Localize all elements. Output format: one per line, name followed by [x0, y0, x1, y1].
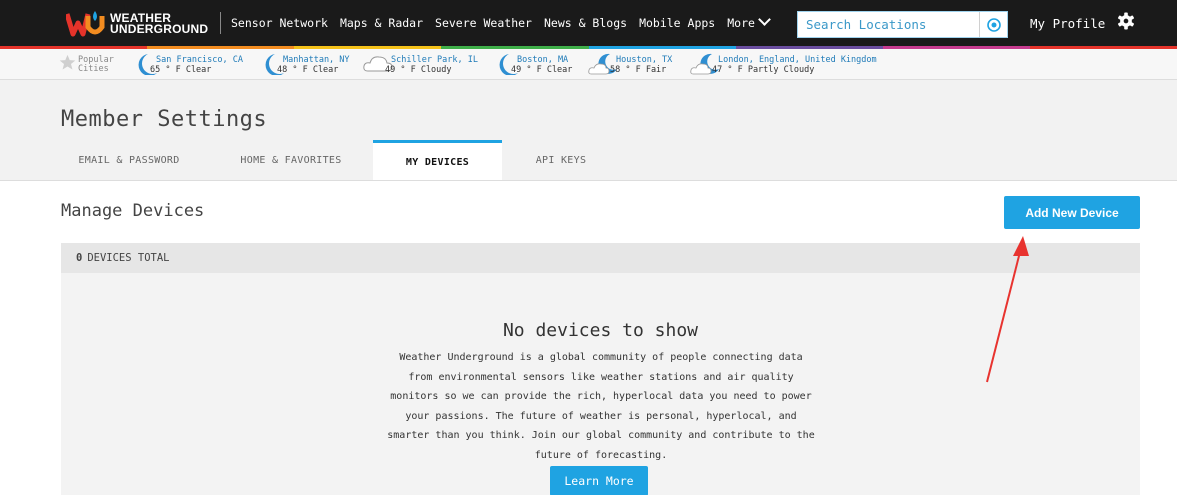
annotation-arrow-icon	[986, 236, 1029, 383]
nav-menu: Sensor Network Maps & Radar Severe Weath…	[231, 0, 781, 46]
tab-api-keys[interactable]: API KEYS	[512, 140, 610, 180]
tab-my-devices[interactable]: MY DEVICES	[373, 140, 502, 181]
locate-icon[interactable]	[980, 12, 1007, 37]
devices-count: 0	[76, 252, 83, 264]
city-item-boston[interactable]: Boston, MA 49 ° F Clear	[489, 53, 589, 77]
nav-severe-weather[interactable]: Severe Weather	[435, 16, 532, 30]
add-new-device-button[interactable]: Add New Device	[1004, 196, 1140, 229]
learn-more-button[interactable]: Learn More	[550, 466, 648, 495]
top-nav: WEATHER UNDERGROUND Sensor Network Maps …	[0, 0, 1177, 46]
popular-cities-bar: Popular Cities San Francisco, CA 65 ° F …	[0, 49, 1177, 80]
chevron-down-icon	[758, 13, 771, 26]
nav-more-label: More	[727, 16, 755, 30]
tab-email-password[interactable]: EMAIL & PASSWORD	[61, 140, 197, 180]
city-item-london[interactable]: London, England, United Kingdom 47 ° F P…	[690, 53, 890, 77]
empty-state-description: Weather Underground is a global communit…	[387, 352, 815, 461]
nav-more[interactable]: More	[727, 13, 771, 30]
city-item-houston[interactable]: Houston, TX 58 ° F Fair	[588, 53, 688, 77]
city-item-san-francisco[interactable]: San Francisco, CA 65 ° F Clear	[128, 53, 258, 77]
settings-tabs: EMAIL & PASSWORD HOME & FAVORITES MY DEV…	[0, 140, 1177, 181]
page-title: Member Settings	[61, 107, 268, 132]
nav-maps-radar[interactable]: Maps & Radar	[340, 16, 423, 30]
search-input[interactable]: Search Locations	[798, 17, 979, 32]
logo[interactable]: WEATHER UNDERGROUND	[66, 9, 208, 39]
nav-divider	[220, 12, 221, 34]
gear-icon[interactable]	[1117, 12, 1135, 30]
my-profile-link[interactable]: My Profile	[1030, 0, 1105, 46]
logo-line2: UNDERGROUND	[110, 22, 209, 36]
star-icon[interactable]	[59, 54, 76, 71]
search-box[interactable]: Search Locations	[797, 11, 1008, 38]
tab-home-favorites[interactable]: HOME & FAVORITES	[221, 140, 361, 180]
city-item-schiller-park[interactable]: Schiller Park, IL 49 ° F Cloudy	[363, 53, 488, 77]
city-item-manhattan[interactable]: Manhattan, NY 48 ° F Clear	[255, 53, 365, 77]
nav-sensor-network[interactable]: Sensor Network	[231, 16, 328, 30]
devices-count-label: DEVICES TOTAL	[87, 252, 170, 264]
nav-mobile-apps[interactable]: Mobile Apps	[639, 16, 715, 30]
nav-news-blogs[interactable]: News & Blogs	[544, 16, 627, 30]
section-title: Manage Devices	[61, 201, 205, 221]
popular-cities-label: Popular Cities	[78, 55, 114, 74]
logo-icon	[66, 11, 105, 37]
